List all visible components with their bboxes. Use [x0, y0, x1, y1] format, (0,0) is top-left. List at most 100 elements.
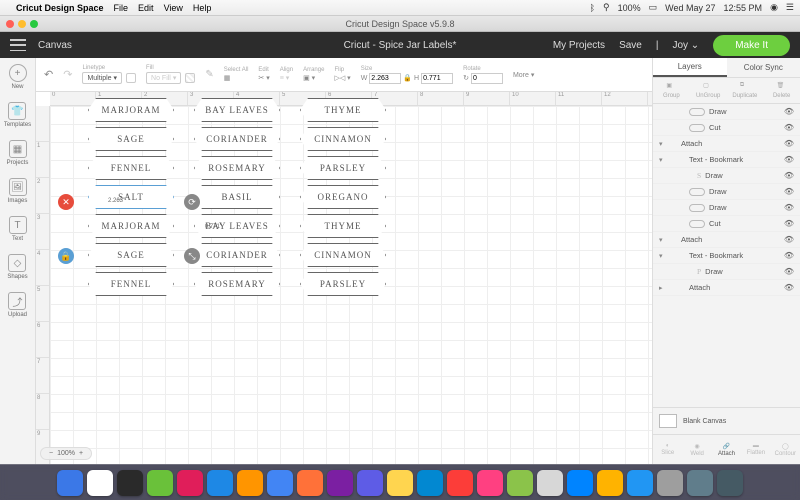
- visibility-icon[interactable]: 👁: [784, 187, 794, 196]
- fill-select[interactable]: No Fill ▾: [146, 72, 181, 84]
- rail-images[interactable]: 🖼Images: [8, 178, 28, 204]
- spice-label[interactable]: SAGE: [88, 127, 174, 151]
- rail-projects[interactable]: ▦Projects: [7, 140, 29, 166]
- dock-app-icon[interactable]: [147, 470, 173, 496]
- tab-layers[interactable]: Layers: [653, 58, 727, 77]
- save-button[interactable]: Save: [619, 40, 642, 51]
- app-name[interactable]: Cricut Design Space: [16, 3, 104, 13]
- fill-swatch[interactable]: [185, 73, 195, 83]
- spice-label[interactable]: CORIANDER: [194, 243, 280, 267]
- make-it-button[interactable]: Make It: [713, 35, 790, 56]
- visibility-icon[interactable]: 👁: [784, 283, 794, 292]
- spice-label[interactable]: CORIANDER: [194, 127, 280, 151]
- linetype-swatch[interactable]: [126, 73, 136, 83]
- dock-app-icon[interactable]: [447, 470, 473, 496]
- visibility-icon[interactable]: 👁: [784, 267, 794, 276]
- rail-new[interactable]: +New: [9, 64, 27, 90]
- lock-handle[interactable]: 🔒: [58, 248, 74, 264]
- layer-row[interactable]: Draw👁: [653, 104, 800, 120]
- dock-app-icon[interactable]: [597, 470, 623, 496]
- hamburger-icon[interactable]: [10, 39, 26, 51]
- dock-app-icon[interactable]: [327, 470, 353, 496]
- baction-attach[interactable]: 🔗Attach: [712, 435, 741, 464]
- edit-menu[interactable]: ✂ ▾: [258, 74, 269, 82]
- canvas[interactable]: 0123456789101112 12345678910 MARJORAMBAY…: [36, 92, 652, 464]
- dock-app-icon[interactable]: [177, 470, 203, 496]
- layer-row[interactable]: ▾Attach👁: [653, 232, 800, 248]
- rail-text[interactable]: TText: [9, 216, 27, 242]
- rail-templates[interactable]: 👕Templates: [4, 102, 31, 128]
- dock-app-icon[interactable]: [237, 470, 263, 496]
- spice-label[interactable]: FENNEL: [88, 272, 174, 296]
- spice-label[interactable]: PARSLEY: [300, 272, 386, 296]
- layer-row[interactable]: ▾Attach👁: [653, 136, 800, 152]
- arrange-menu[interactable]: ▣ ▾: [303, 74, 324, 82]
- zoom-out[interactable]: −: [49, 450, 53, 457]
- visibility-icon[interactable]: 👁: [784, 171, 794, 180]
- action-delete[interactable]: 🗑Delete: [763, 78, 800, 103]
- visibility-icon[interactable]: 👁: [784, 219, 794, 228]
- dock-app-icon[interactable]: [627, 470, 653, 496]
- spice-label[interactable]: THYME: [300, 214, 386, 238]
- redo-button[interactable]: ↷: [63, 68, 72, 81]
- scale-handle[interactable]: ⤡: [184, 248, 200, 264]
- pen-icon[interactable]: ✎: [205, 69, 213, 80]
- spotlight-icon[interactable]: ☰: [786, 2, 794, 13]
- dock-app-icon[interactable]: [687, 470, 713, 496]
- height-input[interactable]: [421, 73, 453, 84]
- dock-app-icon[interactable]: [567, 470, 593, 496]
- dock-app-icon[interactable]: [57, 470, 83, 496]
- my-projects-link[interactable]: My Projects: [553, 40, 605, 51]
- layer-row[interactable]: SDraw👁: [653, 168, 800, 184]
- dock-app-icon[interactable]: [477, 470, 503, 496]
- dock-app-icon[interactable]: [417, 470, 443, 496]
- spice-label[interactable]: CINNAMON: [300, 127, 386, 151]
- visibility-icon[interactable]: 👁: [784, 251, 794, 260]
- dock-app-icon[interactable]: [117, 470, 143, 496]
- linetype-select[interactable]: Multiple ▾: [82, 72, 122, 84]
- dock-app-icon[interactable]: [267, 470, 293, 496]
- dock-app-icon[interactable]: [537, 470, 563, 496]
- menu-help[interactable]: Help: [193, 3, 212, 13]
- dock-app-icon[interactable]: [657, 470, 683, 496]
- menu-view[interactable]: View: [164, 3, 183, 13]
- dock-app-icon[interactable]: [207, 470, 233, 496]
- bluetooth-icon[interactable]: ᛒ: [590, 3, 595, 13]
- rail-shapes[interactable]: ◇Shapes: [7, 254, 27, 280]
- blank-canvas-row[interactable]: Blank Canvas: [653, 407, 800, 434]
- siri-icon[interactable]: ◉: [770, 2, 778, 13]
- spice-label[interactable]: THYME: [300, 98, 386, 122]
- layer-row[interactable]: ▸Attach👁: [653, 280, 800, 296]
- layer-row[interactable]: Draw👁: [653, 184, 800, 200]
- select-all-button[interactable]: ▦: [224, 74, 249, 82]
- zoom-in[interactable]: +: [79, 450, 83, 457]
- spice-label[interactable]: FENNEL: [88, 156, 174, 180]
- dock-app-icon[interactable]: [717, 470, 743, 496]
- spice-label[interactable]: OREGANO: [300, 185, 386, 209]
- menu-file[interactable]: File: [114, 3, 129, 13]
- layer-row[interactable]: Cut👁: [653, 216, 800, 232]
- dock-app-icon[interactable]: [357, 470, 383, 496]
- rotate-input[interactable]: [471, 73, 503, 84]
- layer-row[interactable]: ▾Text - Bookmark👁: [653, 152, 800, 168]
- spice-label[interactable]: ROSEMARY: [194, 156, 280, 180]
- width-input[interactable]: [369, 73, 401, 84]
- visibility-icon[interactable]: 👁: [784, 107, 794, 116]
- visibility-icon[interactable]: 👁: [784, 139, 794, 148]
- visibility-icon[interactable]: 👁: [784, 123, 794, 132]
- spice-label[interactable]: MARJORAM: [88, 98, 174, 122]
- flip-menu[interactable]: ▷◁ ▾: [334, 74, 350, 82]
- tab-color-sync[interactable]: Color Sync: [727, 58, 800, 77]
- user-menu[interactable]: Joy ⌄: [672, 40, 699, 51]
- layer-row[interactable]: Cut👁: [653, 120, 800, 136]
- lock-aspect-icon[interactable]: 🔒: [403, 74, 412, 82]
- dock-app-icon[interactable]: [297, 470, 323, 496]
- spice-label[interactable]: CINNAMON: [300, 243, 386, 267]
- visibility-icon[interactable]: 👁: [784, 155, 794, 164]
- spice-label[interactable]: ROSEMARY: [194, 272, 280, 296]
- traffic-lights[interactable]: [6, 20, 38, 28]
- layer-row[interactable]: Draw👁: [653, 200, 800, 216]
- wifi-icon[interactable]: ⚲: [603, 2, 610, 13]
- dock-app-icon[interactable]: [507, 470, 533, 496]
- rotate-handle[interactable]: ⟳: [184, 194, 200, 210]
